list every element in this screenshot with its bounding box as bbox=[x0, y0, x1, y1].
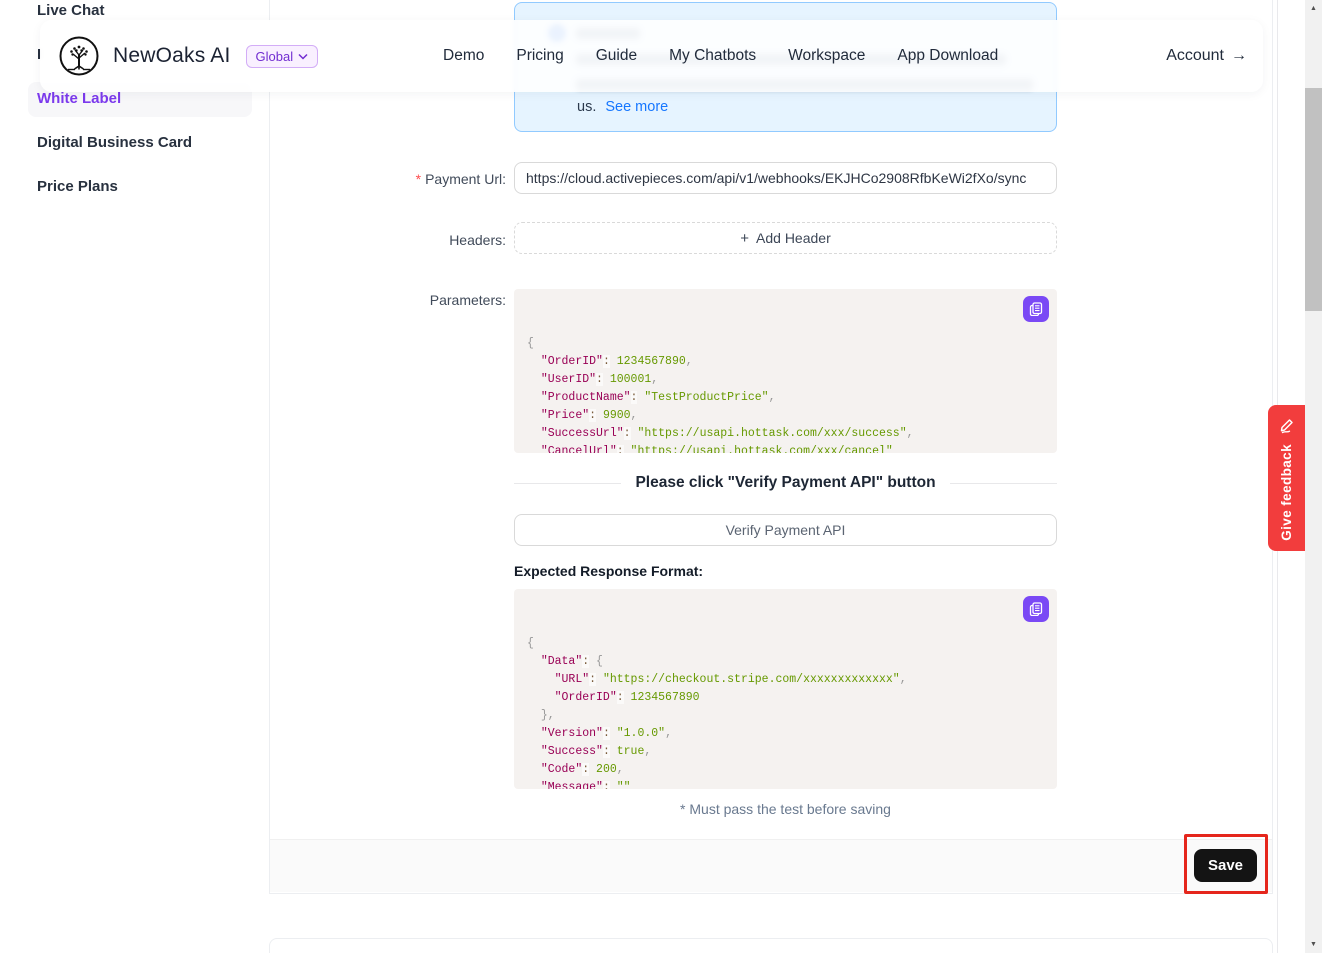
brand-name: NewOaks AI bbox=[113, 44, 231, 68]
save-note: * Must pass the test before saving bbox=[514, 801, 1057, 817]
required-marker: * bbox=[416, 171, 421, 187]
top-navigation-bar: NewOaks AI Global Demo Pricing Guide My … bbox=[40, 20, 1263, 92]
save-button[interactable]: Save bbox=[1194, 849, 1257, 882]
sidebar-item-price-plans[interactable]: Price Plans bbox=[37, 178, 118, 195]
sidebar-item-live-chat[interactable]: Live Chat bbox=[37, 2, 105, 19]
settings-sidebar: Live Chat I White Label Digital Business… bbox=[0, 0, 269, 953]
nav-item-workspace[interactable]: Workspace bbox=[788, 47, 865, 65]
verify-divider: Please click "Verify Payment API" button bbox=[514, 474, 1057, 492]
divider-text: Please click "Verify Payment API" button bbox=[635, 474, 935, 492]
headers-label: Headers: bbox=[270, 232, 506, 248]
settings-card: us. See more *Payment Url: Headers: + Add… bbox=[269, 0, 1273, 894]
vertical-scrollbar[interactable]: ▲ ▼ bbox=[1305, 0, 1322, 953]
sidebar-item-white-label[interactable]: White Label bbox=[37, 90, 121, 107]
next-section-card bbox=[269, 938, 1273, 953]
pencil-icon bbox=[1278, 416, 1296, 434]
add-header-label: Add Header bbox=[756, 230, 831, 246]
response-code-block: { "Data": { "URL": "https://checkout.str… bbox=[514, 589, 1057, 789]
account-label: Account bbox=[1166, 47, 1224, 65]
expected-response-label: Expected Response Format: bbox=[514, 563, 703, 579]
scroll-up-arrow[interactable]: ▲ bbox=[1305, 0, 1322, 17]
reminder-text: us. See more bbox=[577, 99, 668, 115]
give-feedback-label: Give feedback bbox=[1279, 444, 1294, 541]
sidebar-item-digital-business-card[interactable]: Digital Business Card bbox=[37, 134, 192, 151]
main-nav: Demo Pricing Guide My Chatbots Workspace… bbox=[443, 20, 998, 92]
verify-payment-api-button[interactable]: Verify Payment API bbox=[514, 514, 1057, 546]
nav-item-guide[interactable]: Guide bbox=[596, 47, 637, 65]
plus-icon: + bbox=[740, 230, 749, 247]
arrow-right-icon: → bbox=[1231, 47, 1247, 65]
nav-item-demo[interactable]: Demo bbox=[443, 47, 484, 65]
scroll-down-arrow[interactable]: ▼ bbox=[1305, 936, 1322, 953]
chevron-down-icon bbox=[298, 53, 308, 60]
copy-icon bbox=[1029, 302, 1043, 316]
response-code: { "Data": { "URL": "https://checkout.str… bbox=[527, 635, 1044, 789]
parameters-code-block: { "OrderID": 1234567890, "UserID": 10000… bbox=[514, 289, 1057, 453]
nav-item-my-chatbots[interactable]: My Chatbots bbox=[669, 47, 756, 65]
see-more-link[interactable]: See more bbox=[605, 99, 668, 115]
reminder-text-end: us. bbox=[577, 99, 596, 115]
give-feedback-tab[interactable]: Give feedback bbox=[1268, 405, 1305, 551]
region-label: Global bbox=[256, 49, 294, 64]
parameters-label: Parameters: bbox=[270, 292, 506, 308]
region-selector[interactable]: Global bbox=[246, 45, 319, 68]
scrollbar-thumb[interactable] bbox=[1305, 88, 1322, 311]
parameters-code: { "OrderID": 1234567890, "UserID": 10000… bbox=[527, 335, 1044, 453]
brand: NewOaks AI Global bbox=[58, 20, 318, 92]
account-link[interactable]: Account → bbox=[1166, 20, 1247, 92]
payment-url-label: *Payment Url: bbox=[270, 171, 506, 187]
payment-url-input[interactable] bbox=[514, 162, 1057, 194]
add-header-button[interactable]: + Add Header bbox=[514, 222, 1057, 254]
copy-icon bbox=[1029, 602, 1043, 616]
copy-parameters-button[interactable] bbox=[1023, 296, 1049, 322]
nav-item-pricing[interactable]: Pricing bbox=[516, 47, 563, 65]
card-footer: Save bbox=[270, 839, 1272, 892]
copy-response-button[interactable] bbox=[1023, 596, 1049, 622]
newoaks-tree-logo bbox=[58, 35, 100, 77]
nav-item-app-download[interactable]: App Download bbox=[897, 47, 998, 65]
